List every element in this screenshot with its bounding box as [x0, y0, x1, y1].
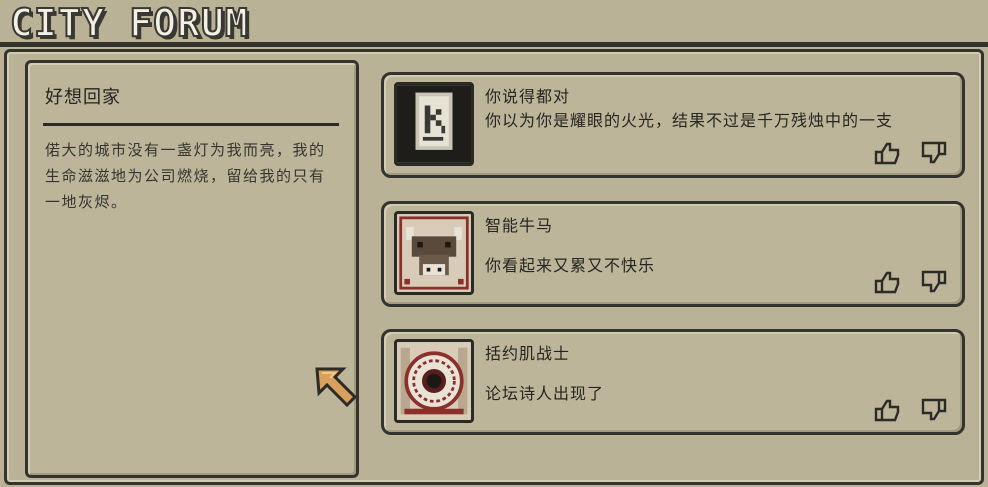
like-button[interactable] [873, 270, 901, 294]
comment-text: 论坛诗人出现了 [485, 384, 605, 403]
thumbs-down-icon [921, 398, 947, 421]
header-divider [0, 42, 988, 47]
comment-author: 智能牛马 [485, 216, 554, 235]
header-bar: CITY FORUM [0, 0, 988, 47]
like-button[interactable] [873, 141, 901, 165]
comment-card: 智能牛马 你看起来又累又不快乐 [381, 201, 965, 307]
dislike-button[interactable] [920, 398, 948, 422]
avatar[interactable] [394, 82, 474, 166]
post-title: 好想回家 [45, 87, 121, 108]
thumbs-down-icon [921, 141, 947, 164]
k-card-icon [397, 85, 471, 163]
cow-icon [397, 214, 471, 292]
post-body: 偌大的城市没有一盏灯为我而亮，我的生命滋滋地为公司燃烧，留给我的只有一地灰烬。 [45, 141, 326, 211]
dislike-button[interactable] [920, 141, 948, 165]
comment-card: 你说得都对 你以为你是耀眼的火光，结果不过是千万残烛中的一支 [381, 72, 965, 178]
avatar[interactable] [394, 339, 474, 423]
comment-text: 你看起来又累又不快乐 [485, 256, 656, 275]
comment-card: 括约肌战士 论坛诗人出现了 [381, 329, 965, 435]
page-title: CITY FORUM [9, 0, 249, 46]
comment-text: 你以为你是耀眼的火光，结果不过是千万残烛中的一支 [485, 111, 894, 130]
thumbs-up-icon [874, 142, 900, 165]
comment-author: 你说得都对 [485, 87, 571, 106]
thumbs-down-icon [921, 270, 947, 293]
pointer-arrow-icon [315, 367, 358, 408]
post-panel: 好想回家 偌大的城市没有一盏灯为我而亮，我的生命滋滋地为公司燃烧，留给我的只有一… [25, 60, 359, 478]
thumbs-up-icon [874, 399, 900, 422]
comment-author: 括约肌战士 [485, 344, 571, 363]
avatar[interactable] [394, 211, 474, 295]
post-title-divider [43, 123, 339, 126]
thumbs-up-icon [874, 271, 900, 294]
dislike-button[interactable] [920, 270, 948, 294]
eye-target-icon [397, 342, 471, 420]
like-button[interactable] [873, 398, 901, 422]
